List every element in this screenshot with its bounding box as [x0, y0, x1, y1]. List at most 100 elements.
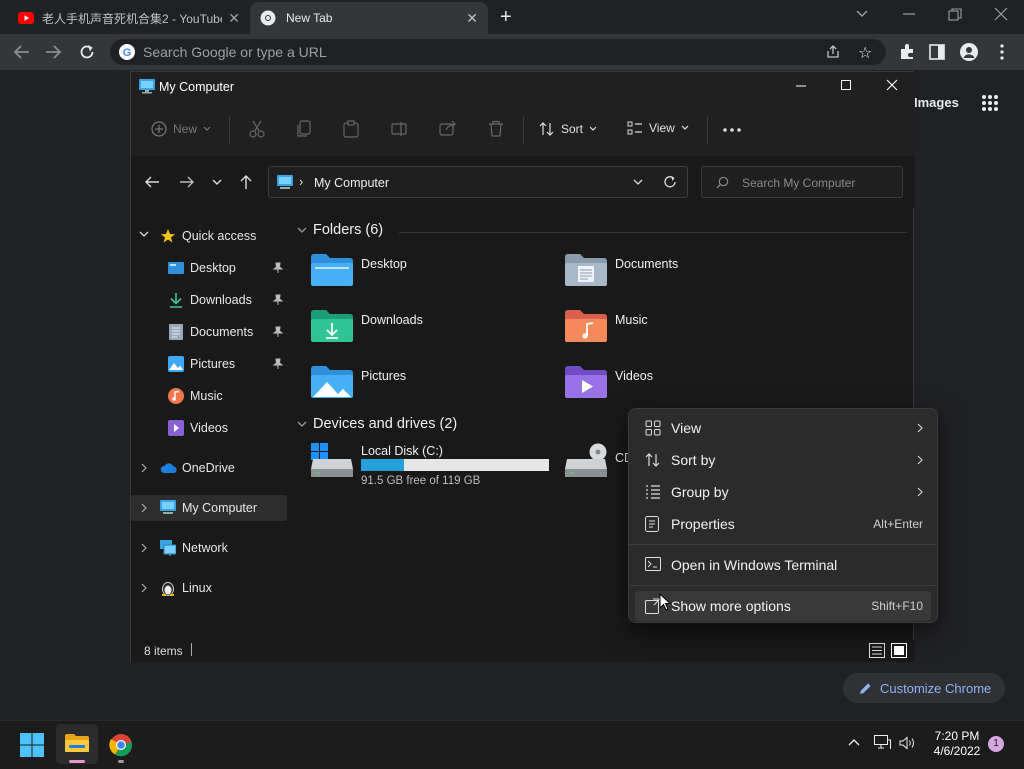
- share-icon[interactable]: [439, 120, 457, 136]
- volume-icon[interactable]: [899, 736, 916, 750]
- network-icon: [160, 540, 176, 556]
- show-hidden-icons-chevron[interactable]: [848, 738, 860, 746]
- more-options-icon[interactable]: [723, 128, 741, 132]
- restore-icon[interactable]: [948, 8, 962, 22]
- nav-my-computer[interactable]: My Computer: [131, 495, 287, 521]
- folder-desktop[interactable]: Desktop: [311, 253, 561, 297]
- search-icon: [716, 176, 729, 189]
- nav-onedrive[interactable]: OneDrive: [131, 455, 287, 481]
- forward-arrow-icon[interactable]: [179, 175, 195, 189]
- customize-chrome-button[interactable]: Customize Chrome: [843, 673, 1005, 703]
- bookmark-star-icon[interactable]: ☆: [858, 43, 872, 63]
- folder-music[interactable]: Music: [565, 309, 815, 353]
- drive-cd[interactable]: CD: [565, 443, 635, 487]
- navigation-pane: Quick access Desktop Downloads Documents…: [131, 208, 290, 640]
- pin-icon[interactable]: [273, 262, 283, 274]
- expand-chevron-icon[interactable]: [141, 543, 148, 553]
- back-arrow-icon[interactable]: [13, 44, 31, 60]
- paste-icon[interactable]: [343, 120, 359, 138]
- side-panel-icon[interactable]: [929, 44, 945, 60]
- folder-name: Videos: [615, 369, 653, 383]
- drive-local-disk[interactable]: Local Disk (C:) 91.5 GB free of 119 GB: [311, 443, 561, 487]
- up-arrow-icon[interactable]: [239, 174, 253, 190]
- reload-icon[interactable]: [78, 43, 96, 61]
- nav-network[interactable]: Network: [131, 535, 287, 561]
- drives-section-header[interactable]: Devices and drives (2): [297, 416, 457, 432]
- pin-icon[interactable]: [273, 294, 283, 306]
- system-clock[interactable]: 7:20 PM 4/6/2022: [930, 729, 984, 759]
- folder-name: Music: [615, 313, 648, 327]
- drives-header-label: Devices and drives (2): [313, 416, 458, 432]
- menu-item-view[interactable]: View: [635, 413, 931, 443]
- tab-search-chevron-icon[interactable]: [855, 6, 869, 20]
- folder-documents[interactable]: Documents: [565, 253, 815, 297]
- close-window-icon[interactable]: [994, 7, 1008, 21]
- view-button[interactable]: View: [627, 121, 689, 135]
- new-button[interactable]: New: [151, 121, 211, 137]
- profile-avatar-icon[interactable]: [960, 43, 978, 61]
- close-tab-icon[interactable]: ✕: [466, 10, 478, 27]
- start-windows-icon[interactable]: [20, 733, 44, 757]
- minimize-icon[interactable]: [902, 8, 916, 18]
- tab-new-tab[interactable]: New Tab ✕: [250, 2, 488, 34]
- expand-chevron-icon[interactable]: [141, 463, 148, 473]
- folder-desktop-icon: [311, 253, 353, 287]
- close-tab-icon[interactable]: ✕: [228, 10, 240, 27]
- notification-badge[interactable]: 1: [988, 736, 1004, 752]
- cut-icon[interactable]: [249, 120, 265, 138]
- menu-item-properties[interactable]: Properties Alt+Enter: [635, 509, 931, 539]
- network-status-icon[interactable]: [874, 735, 891, 750]
- pin-icon[interactable]: [273, 358, 283, 370]
- rename-icon[interactable]: [391, 121, 409, 137]
- extensions-icon[interactable]: [898, 43, 916, 61]
- omnibox[interactable]: G Search Google or type a URL ☆: [110, 39, 886, 65]
- expand-chevron-icon[interactable]: [141, 583, 148, 593]
- new-tab-plus-icon[interactable]: +: [500, 6, 512, 29]
- tiles-view-icon[interactable]: [891, 643, 907, 658]
- apps-grid-icon[interactable]: [981, 94, 999, 112]
- nav-linux[interactable]: Linux: [131, 575, 287, 601]
- details-view-icon[interactable]: [869, 643, 885, 658]
- folder-pictures[interactable]: Pictures: [311, 365, 561, 409]
- menu-kebab-icon[interactable]: [1000, 44, 1004, 60]
- menu-item-group-by[interactable]: Group by: [635, 477, 931, 507]
- tab-youtube[interactable]: 老人手机声音死机合集2 - YouTube ✕: [8, 2, 248, 34]
- nav-pictures[interactable]: Pictures: [131, 351, 287, 377]
- menu-item-sort-by[interactable]: Sort by: [635, 445, 931, 475]
- folder-downloads[interactable]: Downloads: [311, 309, 561, 353]
- explorer-minimize-icon[interactable]: [795, 80, 807, 92]
- menu-item-show-more-options[interactable]: Show more options Shift+F10: [635, 591, 931, 621]
- nav-label: Videos: [190, 421, 228, 435]
- explorer-maximize-icon[interactable]: [840, 79, 852, 91]
- copy-icon[interactable]: [297, 120, 313, 138]
- share-icon[interactable]: [825, 44, 841, 60]
- nav-downloads[interactable]: Downloads: [131, 287, 287, 313]
- nav-videos[interactable]: Videos: [131, 415, 287, 441]
- delete-icon[interactable]: [488, 120, 504, 138]
- sort-button[interactable]: Sort: [539, 121, 597, 137]
- search-box[interactable]: Search My Computer: [701, 166, 903, 198]
- folder-videos[interactable]: Videos: [565, 365, 815, 409]
- forward-arrow-icon[interactable]: [44, 44, 62, 60]
- folders-section-header[interactable]: Folders (6): [297, 222, 383, 238]
- address-dropdown-chevron-icon[interactable]: [633, 179, 643, 186]
- recent-locations-chevron-icon[interactable]: [212, 179, 222, 186]
- taskbar-chrome[interactable]: [109, 733, 133, 763]
- nav-quick-access[interactable]: Quick access: [131, 223, 287, 249]
- explorer-close-icon[interactable]: [886, 79, 898, 91]
- back-arrow-icon[interactable]: [144, 175, 160, 189]
- address-bar[interactable]: › My Computer: [268, 166, 688, 198]
- nav-documents[interactable]: Documents: [131, 319, 287, 345]
- expand-chevron-icon[interactable]: [139, 231, 149, 238]
- menu-separator: [629, 544, 937, 545]
- folder-videos-icon: [565, 365, 607, 399]
- pin-icon[interactable]: [273, 326, 283, 338]
- menu-item-open-terminal[interactable]: Open in Windows Terminal: [635, 550, 931, 580]
- explorer-title-bar: My Computer: [131, 72, 915, 104]
- taskbar-file-explorer[interactable]: [56, 724, 98, 764]
- expand-chevron-icon[interactable]: [141, 503, 148, 513]
- images-link[interactable]: Images: [914, 95, 959, 110]
- nav-desktop[interactable]: Desktop: [131, 255, 287, 281]
- refresh-icon[interactable]: [663, 175, 677, 189]
- nav-music[interactable]: Music: [131, 383, 287, 409]
